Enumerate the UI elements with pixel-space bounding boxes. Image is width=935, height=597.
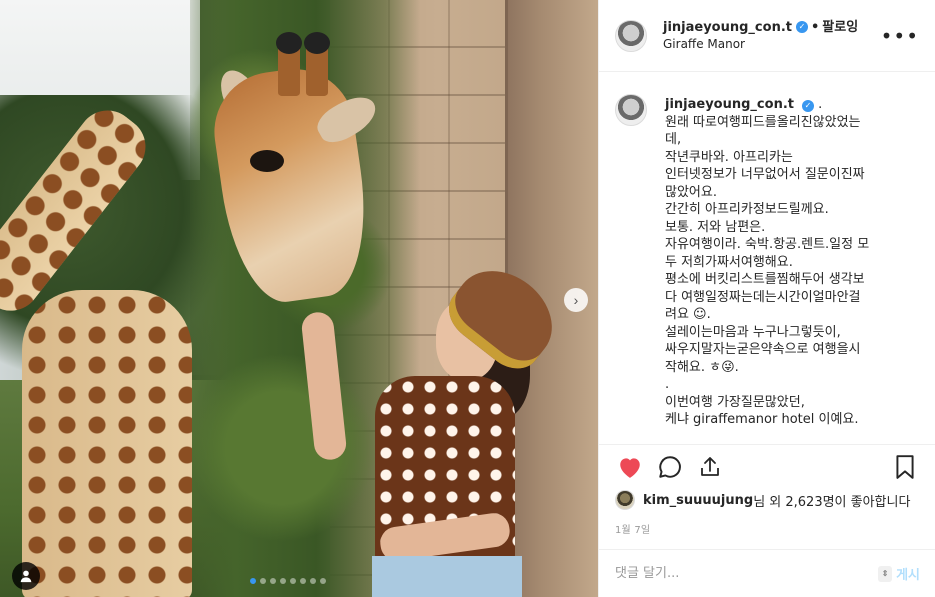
save-button[interactable] <box>890 452 920 482</box>
heart-icon <box>620 457 640 478</box>
carousel-dots <box>250 578 326 584</box>
caption-line: 려요 ☺. <box>665 307 711 322</box>
caption-line: 다 여행일정짜는데는시간이얼마안걸 <box>665 289 861 305</box>
following-button[interactable]: 팔로잉 <box>822 19 858 36</box>
location-link[interactable]: Giraffe Manor <box>663 36 858 53</box>
caption-line: 많았어요. <box>665 184 717 200</box>
verified-badge-icon: ✓ <box>795 21 808 33</box>
avatar[interactable] <box>615 19 647 52</box>
caption-line: 이번여행 가장질문많았던, <box>665 394 805 410</box>
liker-username-link[interactable]: kim_suuuujung <box>643 493 753 508</box>
carousel-dot <box>310 578 316 584</box>
share-button[interactable] <box>695 452 725 482</box>
caption-line: 간간히 아프리카정보드릴께요. <box>665 202 829 217</box>
post-comment-button[interactable]: ⇕ 게시 <box>878 564 920 583</box>
carousel-dot <box>260 578 266 584</box>
carousel-dot <box>280 578 286 584</box>
post-date[interactable]: 1월 7일 <box>615 521 650 536</box>
carousel-dot <box>270 578 276 584</box>
caption-line: 평소에 버킷리스트를찜해두어 생각보 <box>665 272 865 287</box>
post-photo[interactable]: › <box>0 0 598 597</box>
post-caption: jinjaeyoung_con.t ✓ . 원래 따로여행피드를올리진않았었는데,… <box>665 96 869 444</box>
caption-line: 원래 따로여행피드를올리진않았었는 <box>665 114 861 130</box>
username-link[interactable]: jinjaeyoung_con.t <box>663 19 792 36</box>
like-button[interactable] <box>615 452 645 482</box>
follow-separator: • <box>810 19 820 35</box>
carousel-dot <box>290 578 296 584</box>
caption-line: 자유여행이라. 숙박.항공.렌트.일정 모 <box>665 237 870 252</box>
likes-count-text[interactable]: 님 외 2,623명이 좋아합니다 <box>753 491 910 510</box>
caption-line: 케냐 giraffemanor hotel 이예요. <box>665 412 859 427</box>
chevron-right-icon: › <box>573 292 579 308</box>
giraffe-eye <box>250 150 284 172</box>
carousel-next-button[interactable]: › <box>564 288 588 312</box>
carousel-dot <box>320 578 326 584</box>
post-side-panel: jinjaeyoung_con.t ✓ • 팔로잉 Giraffe Manor … <box>598 0 935 597</box>
post-actions-bar <box>599 444 935 484</box>
caption-line: 두 저희가짜서여행해요. <box>665 254 793 270</box>
post-comment-label: 게시 <box>896 567 920 582</box>
user-tag-icon <box>20 570 32 583</box>
carousel-dot <box>300 578 306 584</box>
comment-icon <box>659 455 681 478</box>
more-options-button[interactable]: ••• <box>881 26 919 46</box>
add-comment-bar: ⇕ 게시 <box>599 549 935 597</box>
post-header: jinjaeyoung_con.t ✓ • 팔로잉 Giraffe Manor … <box>599 0 935 72</box>
avatar[interactable] <box>615 490 635 510</box>
share-icon <box>701 456 719 476</box>
comment-button[interactable] <box>655 452 685 482</box>
caption-username-link[interactable]: jinjaeyoung_con.t <box>665 97 794 112</box>
caption-line: . <box>665 377 670 392</box>
comments-section: jinjaeyoung_con.t ✓ . 원래 따로여행피드를올리진않았었는데,… <box>599 72 935 444</box>
caption-line: 보통. 저와 남편은. <box>665 219 766 235</box>
giraffe-ossicone <box>304 32 330 96</box>
caption-text: 원래 따로여행피드를올리진않았었는데, 작년쿠바와. 아프리카는인터넷정보가 너무… <box>665 114 869 429</box>
caption-line: 인터넷정보가 너무없어서 질문이진짜 <box>665 167 865 182</box>
caption-line: 작년쿠바와. 아프리카는 <box>665 149 793 165</box>
bookmark-icon <box>896 454 914 479</box>
caption-line: 설레이는마음과 누구나그렇듯이, <box>665 324 841 340</box>
woman-jeans <box>372 556 522 597</box>
avatar[interactable] <box>615 94 647 126</box>
verified-badge-icon: ✓ <box>801 100 814 112</box>
user-tag-button[interactable] <box>12 562 40 590</box>
comment-input[interactable] <box>615 566 879 581</box>
giraffe-ossicone <box>276 32 302 96</box>
carousel-dot <box>250 578 256 584</box>
caption-line: 작해요. ㅎ😜. <box>665 359 739 375</box>
caption-line: 데, <box>665 132 682 147</box>
giraffe-body <box>22 290 192 597</box>
caption-line: 싸우지말자는굳은약속으로 여행을시 <box>665 342 861 357</box>
caption-suffix: . <box>818 97 823 112</box>
sort-arrows-icon: ⇕ <box>878 565 893 582</box>
likes-summary: kim_suuuujung 님 외 2,623명이 좋아합니다 <box>615 490 910 510</box>
